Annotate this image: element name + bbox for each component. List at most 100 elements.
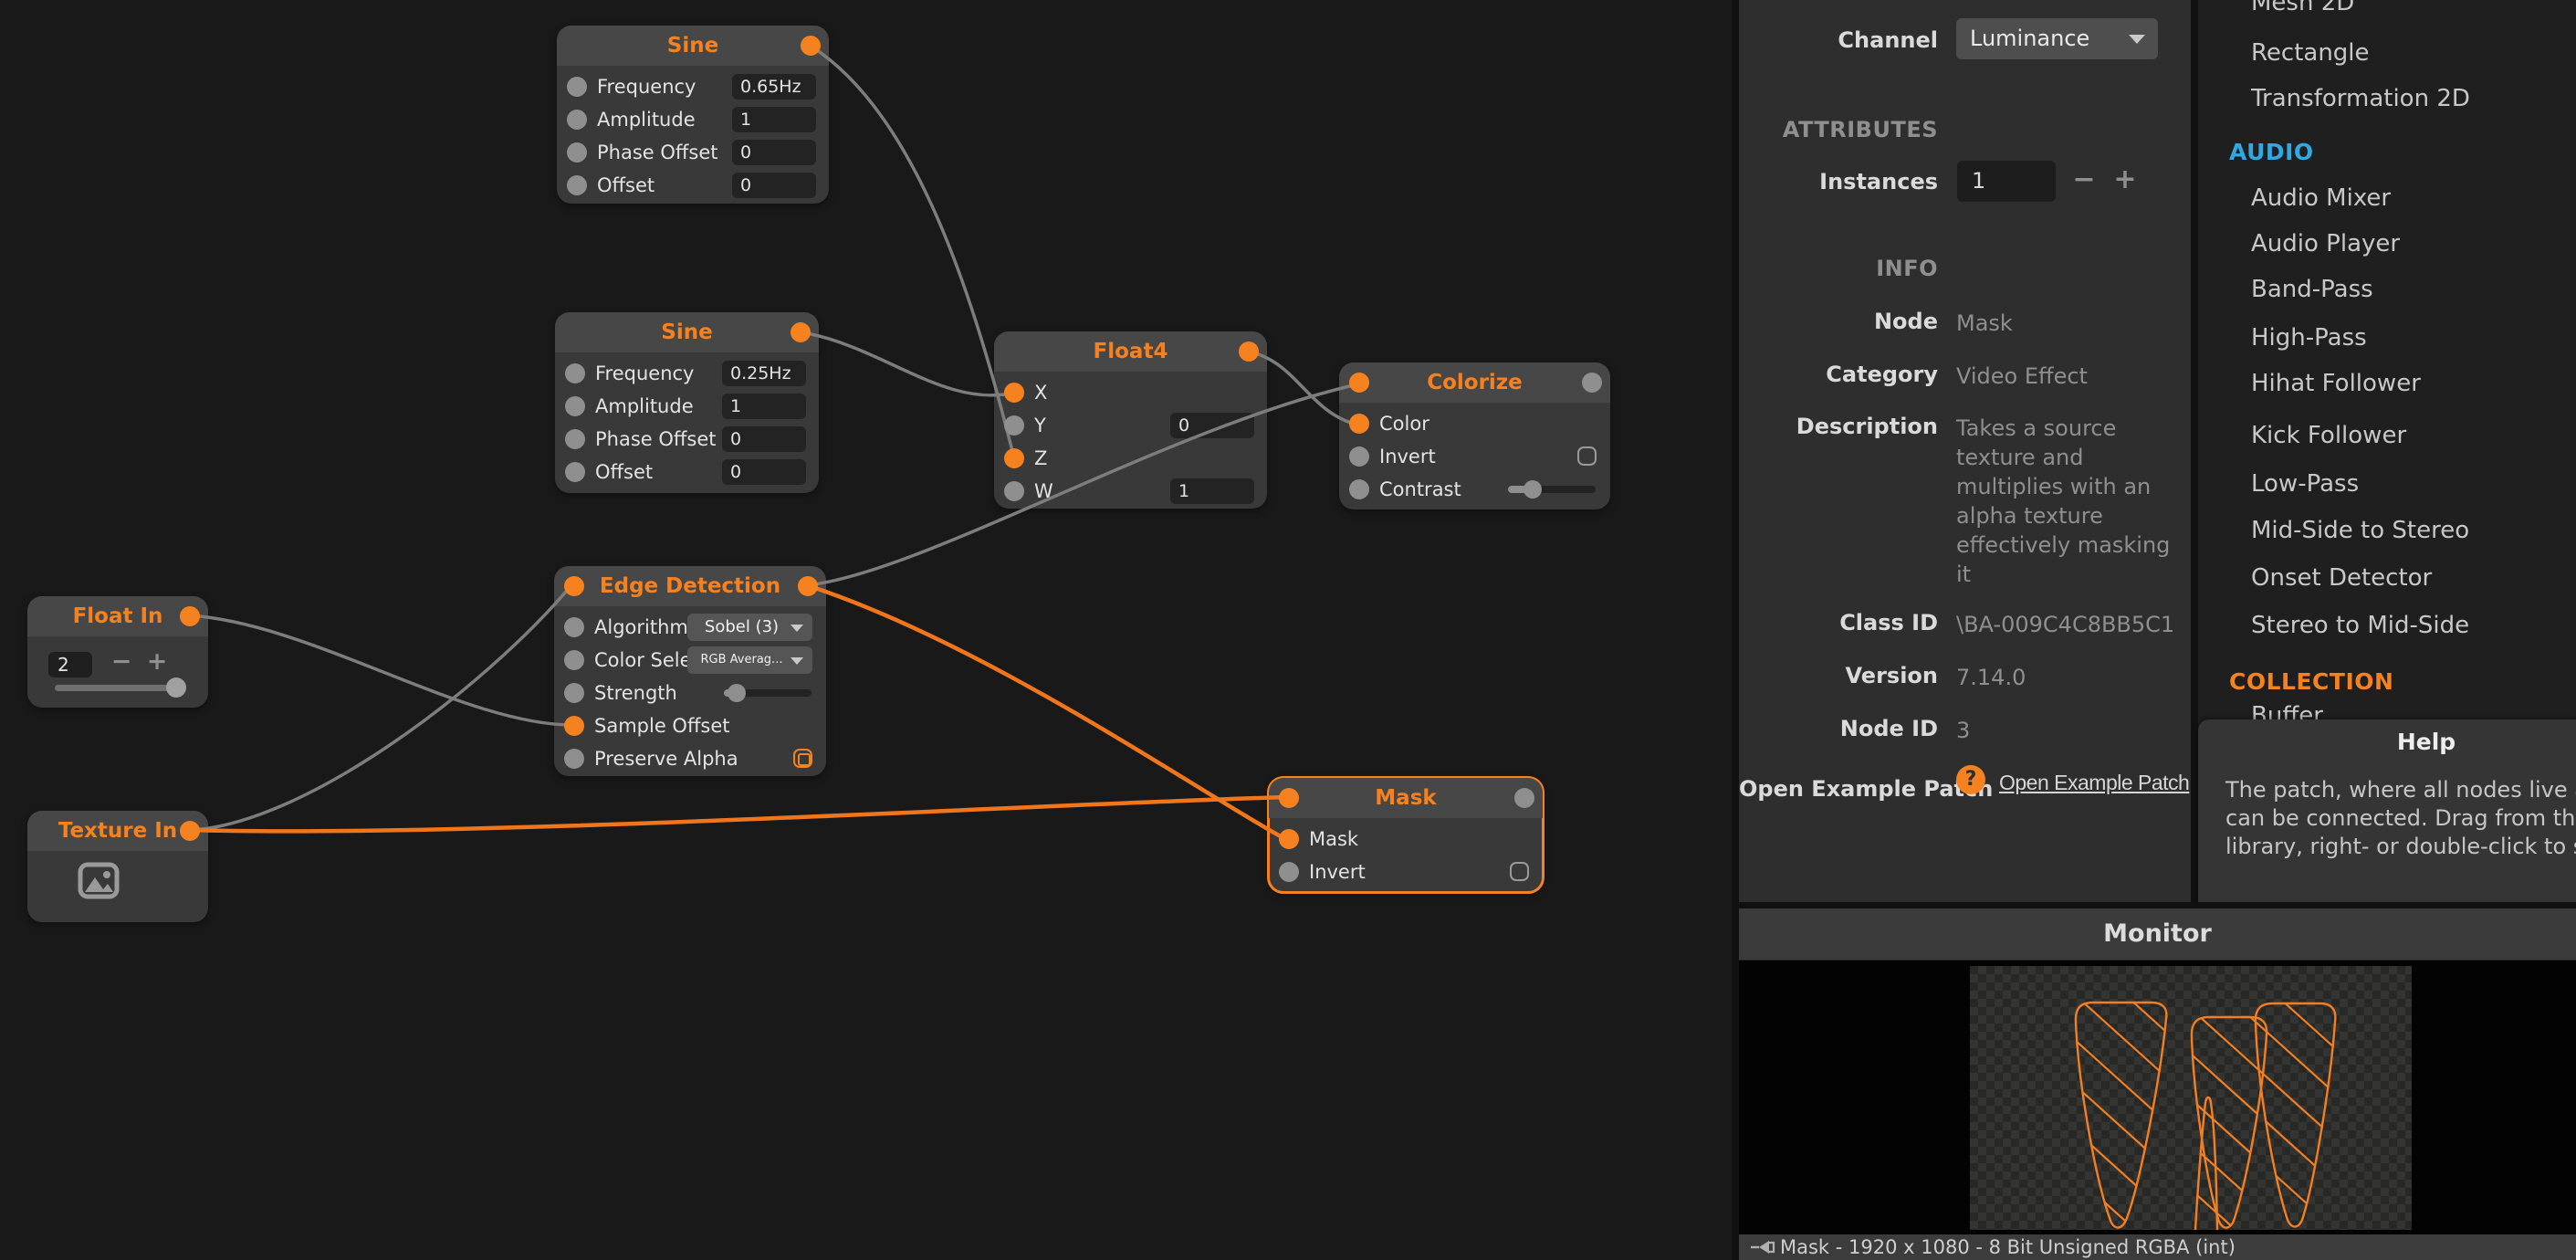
- param-port[interactable]: [565, 462, 585, 482]
- checkbox[interactable]: [1510, 862, 1529, 881]
- param-port[interactable]: [1349, 479, 1369, 499]
- library-item-transformation-2d[interactable]: Transformation 2D: [2251, 85, 2470, 112]
- library-item-band-pass[interactable]: Band-Pass: [2251, 276, 2373, 303]
- node-colorize[interactable]: ColorizeColorInvertContrast: [1339, 362, 1610, 509]
- slider[interactable]: [1508, 486, 1596, 493]
- output-port[interactable]: [798, 576, 818, 596]
- output-port[interactable]: [801, 36, 821, 56]
- monitor-panel: Monitor: [1739, 908, 2576, 1260]
- increment-button[interactable]: +: [141, 647, 173, 678]
- output-port[interactable]: [791, 322, 811, 342]
- param-port[interactable]: [567, 175, 587, 195]
- value-field[interactable]: 1: [722, 394, 806, 419]
- connected-port[interactable]: [1004, 448, 1024, 468]
- decrement-button[interactable]: −: [106, 647, 137, 678]
- open-example-patch-link[interactable]: Open Example Patch: [1999, 771, 2189, 795]
- library-item-mesh-2d[interactable]: Mesh 2D: [2251, 0, 2354, 16]
- dropdown[interactable]: RGB Averag...: [687, 646, 812, 674]
- library-item-audio-player[interactable]: Audio Player: [2251, 230, 2400, 257]
- checkbox[interactable]: [1577, 446, 1597, 466]
- param-port[interactable]: [564, 617, 584, 637]
- value-field[interactable]: 1: [1170, 478, 1254, 504]
- param-port[interactable]: [564, 650, 584, 670]
- library-item-rectangle[interactable]: Rectangle: [2251, 39, 2370, 67]
- param-label: Y: [1034, 413, 1046, 438]
- output-port[interactable]: [180, 821, 200, 841]
- value-field[interactable]: 0.25Hz: [722, 361, 806, 386]
- node-slider-track[interactable]: [55, 685, 183, 691]
- node-mask[interactable]: MaskMaskInvert: [1269, 778, 1543, 892]
- param-port[interactable]: [567, 142, 587, 163]
- library-item-audio-mixer[interactable]: Audio Mixer: [2251, 184, 2391, 212]
- number-field[interactable]: 2: [48, 652, 92, 677]
- monitor-preview[interactable]: [1739, 961, 2576, 1234]
- param-port[interactable]: [567, 77, 587, 97]
- library-item-hihat-follower[interactable]: Hihat Follower: [2251, 370, 2421, 397]
- chevron-down-icon: [2129, 35, 2145, 44]
- library-item-low-pass[interactable]: Low-Pass: [2251, 470, 2359, 498]
- channel-select[interactable]: Luminance: [1956, 18, 2158, 59]
- param-port[interactable]: [565, 363, 585, 383]
- param-port[interactable]: [567, 110, 587, 130]
- library-item-high-pass[interactable]: High-Pass: [2251, 324, 2367, 352]
- library-item-kick-follower[interactable]: Kick Follower: [2251, 422, 2406, 449]
- connected-port[interactable]: [564, 716, 584, 736]
- instances-field[interactable]: 1: [1957, 161, 2056, 202]
- slider-knob[interactable]: [1524, 480, 1542, 499]
- value-field[interactable]: 0.65Hz: [732, 74, 816, 100]
- help-panel: Help The patch, where all nodes live and…: [2198, 719, 2576, 904]
- node-sine-2[interactable]: SineFrequency0.25HzAmplitude1Phase Offse…: [555, 312, 819, 493]
- library-item-onset-detector[interactable]: Onset Detector: [2251, 564, 2432, 592]
- value-field[interactable]: 0: [1170, 413, 1254, 438]
- decrement-button[interactable]: −: [2066, 163, 2102, 195]
- slider[interactable]: [724, 689, 812, 697]
- node-float4[interactable]: Float4XY0ZW1: [994, 331, 1267, 509]
- input-port[interactable]: [1279, 788, 1299, 808]
- output-port[interactable]: [1582, 373, 1602, 393]
- help-icon[interactable]: ?: [1956, 765, 1985, 794]
- output-port[interactable]: [1239, 341, 1259, 362]
- connected-port[interactable]: [1279, 829, 1299, 849]
- value-field[interactable]: 0: [722, 426, 806, 452]
- monitor-header[interactable]: Monitor: [1739, 908, 2576, 961]
- panel-divider-left[interactable]: [1732, 0, 1739, 1260]
- param-port[interactable]: [1349, 446, 1369, 467]
- value-field[interactable]: 1: [732, 107, 816, 132]
- node-sine-1[interactable]: SineFrequency0.65HzAmplitude1Phase Offse…: [557, 26, 829, 204]
- node-row: W1: [994, 478, 1267, 504]
- connected-port[interactable]: [1004, 383, 1024, 403]
- param-port[interactable]: [564, 749, 584, 769]
- connected-port[interactable]: [1349, 414, 1369, 434]
- library-item-mid-side-to-stereo[interactable]: Mid-Side to Stereo: [2251, 517, 2469, 544]
- library-item-stereo-to-mid-side[interactable]: Stereo to Mid-Side: [2251, 612, 2469, 639]
- value-field[interactable]: 0: [722, 459, 806, 485]
- slider-knob[interactable]: [728, 684, 746, 702]
- input-port[interactable]: [1349, 373, 1369, 393]
- param-port[interactable]: [1279, 862, 1299, 882]
- patch-canvas[interactable]: SineFrequency0.65HzAmplitude1Phase Offse…: [0, 0, 1732, 1260]
- node-slider-knob[interactable]: [166, 677, 186, 698]
- node-row: Contrast: [1339, 477, 1610, 502]
- param-port[interactable]: [564, 683, 584, 703]
- param-port[interactable]: [565, 429, 585, 449]
- node-texture-in[interactable]: Texture In: [27, 811, 208, 922]
- node-row: Z: [994, 446, 1267, 471]
- param-label: Contrast: [1379, 477, 1461, 502]
- param-label: Frequency: [595, 361, 695, 386]
- node-float-in[interactable]: Float In2−+: [27, 596, 208, 708]
- dropdown[interactable]: Sobel (3): [687, 614, 812, 641]
- node-edge-detection[interactable]: Edge DetectionAlgorithmSobel (3)Color Se…: [554, 566, 826, 776]
- param-port[interactable]: [1004, 481, 1024, 501]
- output-port[interactable]: [180, 606, 200, 626]
- panel-divider-horizontal[interactable]: [1732, 902, 2576, 908]
- output-port[interactable]: [1514, 788, 1534, 808]
- value-field[interactable]: 0: [732, 140, 816, 165]
- node-row: Invert: [1269, 859, 1543, 885]
- increment-button[interactable]: +: [2107, 163, 2143, 195]
- value-field[interactable]: 0: [732, 173, 816, 198]
- checkbox[interactable]: [793, 749, 812, 768]
- param-port[interactable]: [1004, 415, 1024, 436]
- param-port[interactable]: [565, 396, 585, 416]
- input-port[interactable]: [564, 576, 584, 596]
- pin-icon[interactable]: [1750, 1239, 1775, 1255]
